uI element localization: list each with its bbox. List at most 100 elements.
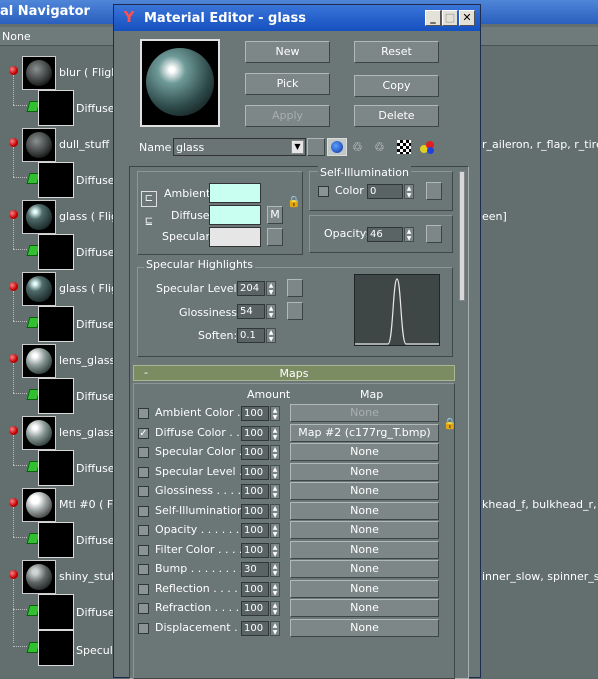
put-material-icon[interactable]: ♲ — [374, 140, 390, 154]
editor-titlebar[interactable]: Y Material Editor - glass _ □ ✕ — [114, 5, 480, 31]
map-enable-checkbox[interactable] — [138, 486, 149, 497]
map-amount-spinner[interactable]: ▲ ▼ — [270, 484, 280, 499]
glossiness-spinner[interactable]: ▲ ▼ — [266, 304, 276, 319]
soften-spinner[interactable]: ▲ ▼ — [266, 328, 276, 343]
soften-field[interactable]: 0.1 — [237, 328, 265, 343]
ambient-color-swatch[interactable] — [209, 183, 261, 203]
map-enable-checkbox[interactable] — [138, 584, 149, 595]
material-thumbnail[interactable] — [22, 344, 56, 378]
map-thumbnail[interactable] — [38, 378, 74, 414]
map-amount-spinner[interactable]: ▲ ▼ — [270, 562, 280, 577]
map-slot-button[interactable]: None — [290, 599, 439, 617]
map-slot-button[interactable]: None — [290, 443, 439, 461]
diffuse-map-button[interactable]: M — [267, 206, 283, 224]
map-enable-checkbox[interactable]: ✓ — [138, 428, 149, 439]
delete-button[interactable]: Delete — [354, 105, 439, 127]
reset-button[interactable]: Reset — [354, 41, 439, 63]
opacity-value-field[interactable]: 46 — [367, 227, 403, 242]
name-combobox[interactable]: glass ▼ — [173, 138, 306, 156]
map-slot-button[interactable]: None — [290, 482, 439, 500]
material-thumbnail[interactable] — [22, 560, 56, 594]
maps-rollout-header[interactable]: - Maps — [133, 365, 455, 381]
specular-level-spinner[interactable]: ▲ ▼ — [266, 281, 276, 296]
map-slot-button[interactable]: None — [290, 502, 439, 520]
map-amount-spinner[interactable]: ▲ ▼ — [270, 465, 280, 480]
material-thumbnail[interactable] — [22, 56, 56, 90]
lock-ambient-diffuse-icon[interactable]: ⊏ — [141, 191, 157, 207]
minimize-icon[interactable]: _ — [425, 10, 441, 26]
map-enable-checkbox[interactable] — [138, 467, 149, 478]
map-enable-checkbox[interactable] — [138, 623, 149, 634]
map-amount-spinner[interactable]: ▲ ▼ — [270, 426, 280, 441]
maps-lock-icon[interactable]: 🔒 — [443, 417, 457, 431]
get-material-icon[interactable]: ♲ — [352, 140, 368, 154]
material-thumbnail[interactable] — [22, 416, 56, 450]
glossiness-map-button[interactable] — [287, 302, 303, 320]
copy-button[interactable]: Copy — [354, 75, 439, 97]
diffuse-color-swatch[interactable] — [209, 205, 261, 225]
new-button[interactable]: New — [245, 41, 330, 63]
self-illum-map-button[interactable] — [426, 182, 442, 200]
material-thumbnail[interactable] — [22, 488, 56, 522]
map-slot-button[interactable]: None — [290, 541, 439, 559]
map-amount-field[interactable]: 100 — [241, 523, 269, 538]
map-slot-button[interactable]: None — [290, 521, 439, 539]
material-type-button[interactable] — [307, 138, 325, 156]
material-thumbnail[interactable] — [22, 272, 56, 306]
material-preview[interactable] — [140, 39, 220, 127]
map-slot-button[interactable]: None — [290, 463, 439, 481]
map-amount-spinner[interactable]: ▲ ▼ — [270, 523, 280, 538]
map-enable-checkbox[interactable] — [138, 408, 149, 419]
self-illum-color-checkbox[interactable] — [318, 186, 329, 197]
map-amount-field[interactable]: 100 — [241, 504, 269, 519]
map-enable-checkbox[interactable] — [138, 564, 149, 575]
map-slot-button[interactable]: None — [290, 560, 439, 578]
material-thumbnail[interactable] — [22, 128, 56, 162]
map-amount-field[interactable]: 100 — [241, 406, 269, 421]
map-amount-field[interactable]: 100 — [241, 484, 269, 499]
map-amount-field[interactable]: 100 — [241, 445, 269, 460]
map-amount-spinner[interactable]: ▲ ▼ — [270, 406, 280, 421]
map-enable-checkbox[interactable] — [138, 545, 149, 556]
map-amount-field[interactable]: 100 — [241, 582, 269, 597]
map-thumbnail[interactable] — [38, 306, 74, 342]
map-enable-checkbox[interactable] — [138, 506, 149, 517]
panel-scrollbar[interactable] — [459, 171, 465, 301]
self-illum-spinner[interactable]: ▲ ▼ — [404, 184, 414, 199]
map-thumbnail[interactable] — [38, 90, 74, 126]
map-amount-spinner[interactable]: ▲ ▼ — [270, 504, 280, 519]
opacity-map-button[interactable] — [426, 225, 442, 243]
map-amount-spinner[interactable]: ▲ ▼ — [270, 543, 280, 558]
map-thumbnail[interactable] — [38, 450, 74, 486]
map-enable-checkbox[interactable] — [138, 525, 149, 536]
map-amount-field[interactable]: 30 — [241, 562, 269, 577]
map-amount-field[interactable]: 100 — [241, 426, 269, 441]
map-amount-spinner[interactable]: ▲ ▼ — [270, 582, 280, 597]
specular-level-field[interactable]: 204 — [237, 281, 265, 296]
chevron-down-icon[interactable]: ▼ — [291, 140, 304, 154]
material-thumbnail[interactable] — [22, 200, 56, 234]
pick-button[interactable]: Pick — [245, 73, 330, 95]
map-amount-spinner[interactable]: ▲ ▼ — [270, 445, 280, 460]
color-balls-icon[interactable] — [420, 140, 436, 154]
close-icon[interactable]: ✕ — [459, 10, 475, 26]
map-enable-checkbox[interactable] — [138, 447, 149, 458]
map-thumbnail[interactable] — [38, 234, 74, 270]
map-thumbnail[interactable] — [38, 162, 74, 198]
map-thumbnail[interactable] — [38, 630, 74, 666]
checker-background-icon[interactable] — [397, 140, 411, 154]
specular-map-button[interactable] — [267, 228, 283, 246]
map-thumbnail[interactable] — [38, 522, 74, 558]
self-illum-value-field[interactable]: 0 — [367, 184, 403, 199]
specular-color-swatch[interactable] — [209, 227, 261, 247]
map-thumbnail[interactable] — [38, 594, 74, 630]
lock-diffuse-specular-icon[interactable]: ⊑ — [141, 215, 157, 231]
map-amount-field[interactable]: 100 — [241, 601, 269, 616]
specular-level-map-button[interactable] — [287, 279, 303, 297]
map-slot-button[interactable]: Map #2 (c177rg_T.bmp) — [290, 424, 439, 442]
glossiness-field[interactable]: 54 — [237, 304, 265, 319]
map-slot-button[interactable]: None — [290, 580, 439, 598]
map-amount-spinner[interactable]: ▲ ▼ — [270, 621, 280, 636]
map-amount-field[interactable]: 100 — [241, 621, 269, 636]
map-amount-field[interactable]: 100 — [241, 465, 269, 480]
